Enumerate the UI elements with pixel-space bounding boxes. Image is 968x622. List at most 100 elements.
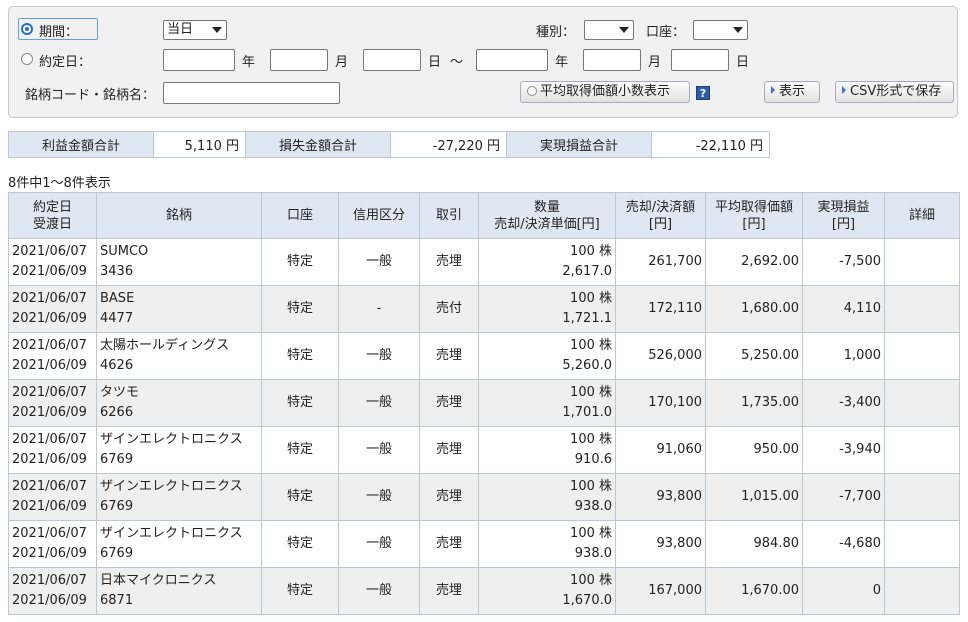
period-select[interactable]: 当日	[163, 20, 227, 40]
header-quantity-line2: 売却/決済単価[円]	[494, 216, 600, 232]
realized-pl-cell: -4,680	[802, 520, 885, 568]
header-delivery-date: 受渡日	[32, 216, 72, 232]
stock-code: 6871	[100, 593, 134, 608]
stock-name: ザインエレクトロニクス	[100, 526, 243, 541]
margin-cell: 一般	[338, 332, 420, 380]
quantity: 100 株	[570, 338, 612, 353]
header-avg-price-line2: [円]	[742, 216, 766, 232]
day-unit: 日	[428, 55, 442, 70]
delivery-date: 2021/06/09	[12, 358, 87, 373]
loss-total-value: -27,220 円	[390, 131, 507, 158]
stock-name: 太陽ホールディングス	[100, 338, 230, 353]
account-select[interactable]	[693, 20, 748, 40]
period-radio[interactable]	[21, 23, 33, 35]
help-icon[interactable]: ?	[696, 86, 710, 100]
csv-save-button[interactable]: CSV形式で保存	[835, 81, 954, 103]
quantity-cell: 100 株 1,670.0	[478, 567, 616, 615]
unit-price: 1,701.0	[562, 405, 612, 420]
detail-cell	[884, 285, 960, 333]
month-unit: 月	[648, 55, 662, 70]
dates-cell: 2021/06/07 2021/06/09	[8, 379, 97, 427]
margin-cell: 一般	[338, 473, 420, 521]
table-row: 2021/06/07 2021/06/09 太陽ホールディングス 4626 特定 一般 売埋…	[8, 332, 960, 380]
trade-cell: 売埋	[419, 379, 479, 427]
stock-cell: タツモ 6266	[96, 379, 262, 427]
quantity: 100 株	[570, 526, 612, 541]
table-row: 2021/06/07 2021/06/09 BASE 4477 特定 - 売付 100 株 1,…	[8, 285, 960, 333]
stock-code: 4626	[100, 358, 134, 373]
quantity: 100 株	[570, 244, 612, 259]
contract-date: 2021/06/07	[12, 385, 87, 400]
delivery-date: 2021/06/09	[12, 499, 87, 514]
header-contract-date: 約定日	[32, 199, 72, 215]
quantity-cell: 100 株 1,721.1	[478, 285, 616, 333]
from-month-input[interactable]	[270, 49, 328, 71]
header-realized-pl: 実現損益 [円]	[802, 192, 885, 239]
stock-code: 3436	[100, 264, 134, 279]
stock-name: ザインエレクトロニクス	[100, 432, 243, 447]
margin-cell: 一般	[338, 567, 420, 615]
unit-price: 1,721.1	[562, 311, 612, 326]
realized-pl-cell: 4,110	[802, 285, 885, 333]
type-select[interactable]	[584, 20, 634, 40]
detail-cell	[884, 238, 960, 286]
header-avg-price-line1: 平均取得価額	[714, 199, 793, 215]
unit-price: 5,260.0	[562, 358, 612, 373]
delivery-date: 2021/06/09	[12, 405, 87, 420]
contract-date: 2021/06/07	[12, 526, 87, 541]
stock-code: 6266	[100, 405, 134, 420]
realized-pl-cell: -7,500	[802, 238, 885, 286]
year-unit: 年	[555, 55, 569, 70]
stock-cell: ザインエレクトロニクス 6769	[96, 426, 262, 474]
avg-price-cell: 1,670.00	[705, 567, 803, 615]
delivery-date: 2021/06/09	[12, 311, 87, 326]
header-realized-pl-line1: 実現損益	[817, 199, 870, 215]
stock-name: ザインエレクトロニクス	[100, 479, 243, 494]
filter-panel: 期間： 当日 種別： 口座： 約定日： 年 月 日 〜 年 月 日 銘柄コード・…	[8, 6, 958, 118]
detail-cell	[884, 332, 960, 380]
stock-code-input[interactable]	[163, 82, 340, 104]
trade-cell: 売付	[419, 285, 479, 333]
show-button[interactable]: 表示	[764, 81, 820, 103]
avg-price-cell: 950.00	[705, 426, 803, 474]
stock-cell: ザインエレクトロニクス 6769	[96, 520, 262, 568]
to-day-input[interactable]	[671, 49, 729, 71]
table-header-row: 約定日 受渡日 銘柄 口座 信用区分 取引 数量 売却/決済単価[円] 売却/決済額…	[8, 192, 960, 239]
contract-date: 2021/06/07	[12, 338, 87, 353]
stock-name: BASE	[100, 291, 135, 306]
realized-pl-cell: -3,940	[802, 426, 885, 474]
dates-cell: 2021/06/07 2021/06/09	[8, 520, 97, 568]
summary-table: 利益金額合計 5,110 円 損失金額合計 -27,220 円 実現損益合計 -…	[8, 131, 770, 158]
sell-amount-cell: 93,800	[615, 473, 706, 521]
trade-history-table: 約定日 受渡日 銘柄 口座 信用区分 取引 数量 売却/決済単価[円] 売却/決済額…	[8, 192, 960, 615]
avg-decimal-toggle-button[interactable]: 平均取得価額小数表示	[520, 81, 690, 103]
unit-price: 2,617.0	[562, 264, 612, 279]
unit-price: 938.0	[574, 499, 612, 514]
quantity: 100 株	[570, 291, 612, 306]
header-sell-amount: 売却/決済額 [円]	[615, 192, 706, 239]
to-month-input[interactable]	[583, 49, 641, 71]
dates-cell: 2021/06/07 2021/06/09	[8, 473, 97, 521]
chevron-down-icon	[733, 27, 743, 33]
profit-total-label: 利益金額合計	[8, 131, 154, 158]
to-year-input[interactable]	[476, 49, 548, 71]
quantity-cell: 100 株 938.0	[478, 473, 616, 521]
chevron-down-icon	[212, 27, 222, 33]
stock-cell: BASE 4477	[96, 285, 262, 333]
realized-pl-cell: -3,400	[802, 379, 885, 427]
margin-cell: 一般	[338, 520, 420, 568]
triangle-right-icon	[842, 86, 846, 94]
stock-code-label: 銘柄コード・銘柄名：	[25, 88, 156, 103]
trade-cell: 売埋	[419, 332, 479, 380]
range-separator: 〜	[450, 55, 464, 70]
trade-cell: 売埋	[419, 426, 479, 474]
margin-cell: 一般	[338, 426, 420, 474]
unit-price: 910.6	[574, 452, 612, 467]
from-day-input[interactable]	[363, 49, 421, 71]
delivery-date: 2021/06/09	[12, 593, 87, 608]
table-row: 2021/06/07 2021/06/09 ザインエレクトロニクス 6769 特定 一般売…	[8, 473, 960, 521]
margin-cell: -	[338, 285, 420, 333]
from-year-input[interactable]	[163, 49, 235, 71]
contract-date-radio[interactable]	[21, 53, 33, 65]
stock-code: 6769	[100, 499, 134, 514]
